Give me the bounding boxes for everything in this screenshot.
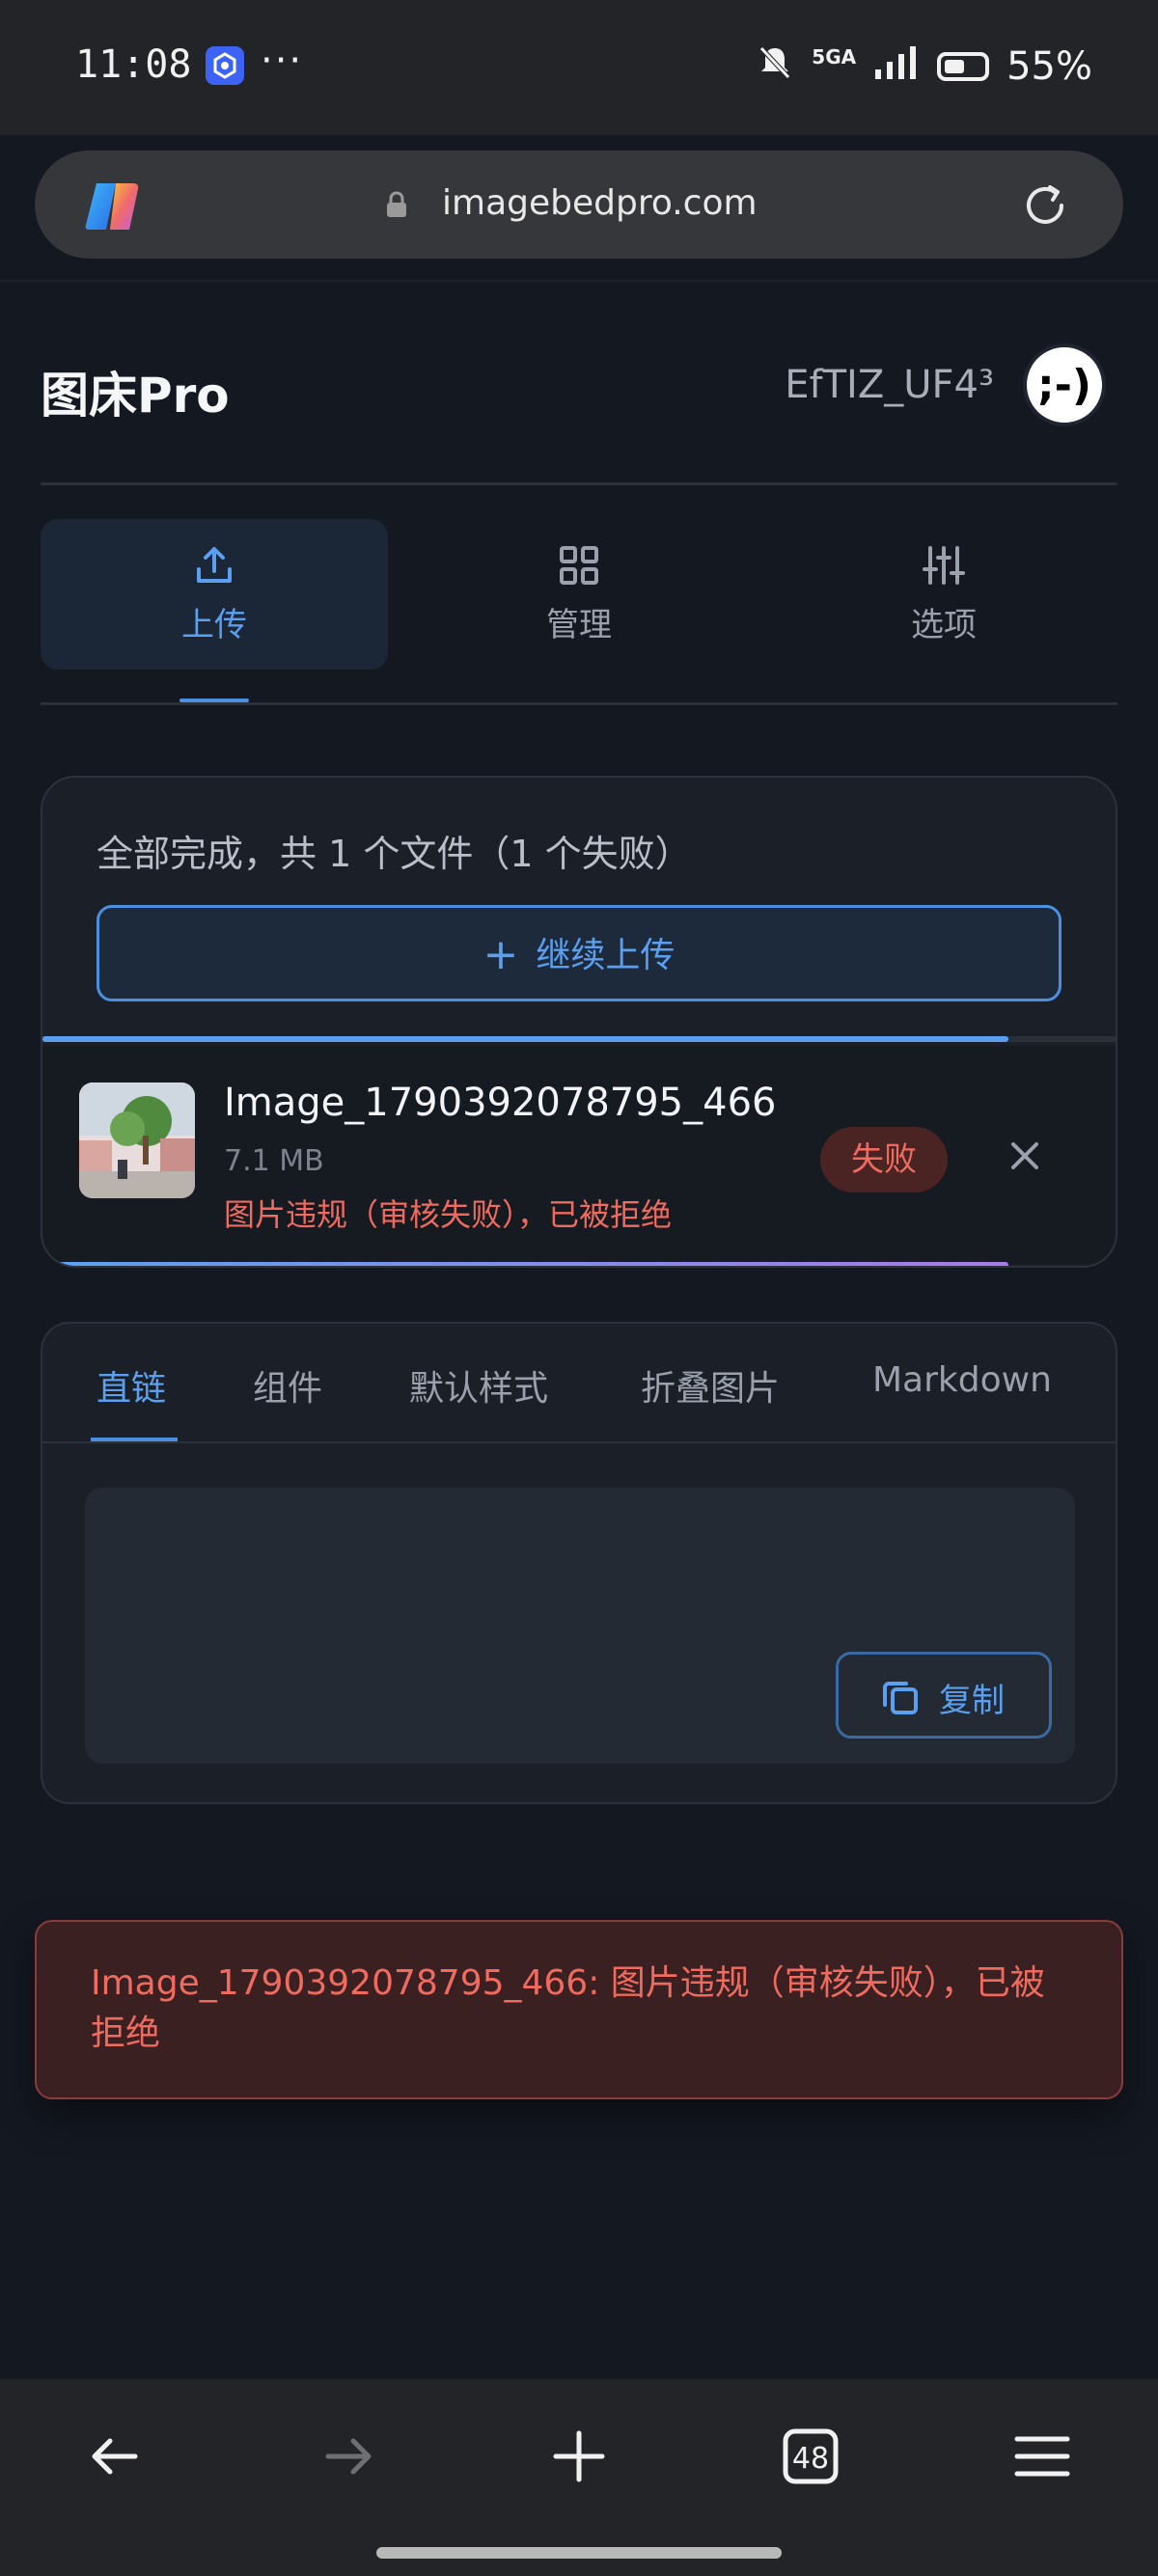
status-badge: 失败 bbox=[820, 1127, 948, 1192]
tabs-icon[interactable]: 48 bbox=[780, 2425, 841, 2487]
file-progress-fill bbox=[42, 1262, 1008, 1266]
brand-title[interactable]: 图床Pro bbox=[41, 357, 230, 426]
status-icons: 5GA 55% bbox=[756, 42, 1092, 91]
app-notification-icon bbox=[206, 46, 244, 85]
reload-icon[interactable] bbox=[1017, 178, 1073, 233]
forward-icon[interactable] bbox=[317, 2425, 378, 2487]
url-text[interactable]: imagebedpro.com bbox=[442, 183, 758, 223]
error-toast[interactable]: Image_1790392078795_466: 图片违规（审核失败），已被拒绝 bbox=[35, 1920, 1123, 2099]
tab-markdown[interactable]: Markdown bbox=[872, 1360, 1052, 1400]
username: EfTIZ_UF4³ bbox=[785, 363, 994, 407]
upload-icon bbox=[191, 542, 237, 589]
tab-default-style[interactable]: 默认样式 bbox=[409, 1360, 548, 1411]
tab-options-label: 选项 bbox=[911, 606, 977, 644]
file-item: Image_1790392078795_466 7.1 MB 图片违规（审核失败… bbox=[42, 1046, 1116, 1264]
battery-percent: 55% bbox=[1006, 44, 1092, 89]
copy-button-label: 复制 bbox=[939, 1682, 1005, 1720]
signal-icon bbox=[873, 42, 920, 91]
tab-upload[interactable]: 上传 bbox=[41, 519, 388, 670]
silent-icon bbox=[756, 42, 794, 91]
plus-icon: + bbox=[482, 930, 519, 979]
tab-manage-label: 管理 bbox=[546, 606, 612, 644]
upload-card: 全部完成，共 1 个文件（1 个失败） + 继续上传 Image_17903920… bbox=[41, 776, 1117, 1268]
file-name: Image_1790392078795_466 bbox=[224, 1081, 777, 1125]
nav-divider bbox=[41, 702, 1117, 705]
tab-component[interactable]: 组件 bbox=[253, 1360, 322, 1411]
file-thumbnail[interactable] bbox=[79, 1082, 195, 1198]
lock-icon bbox=[386, 191, 407, 218]
appbar-divider bbox=[0, 280, 1158, 282]
sliders-icon bbox=[921, 542, 967, 589]
home-indicator[interactable] bbox=[376, 2547, 782, 2559]
tab-collapsed-image[interactable]: 折叠图片 bbox=[641, 1360, 780, 1411]
battery-icon bbox=[937, 52, 990, 81]
file-size: 7.1 MB bbox=[224, 1144, 324, 1178]
tab-options[interactable]: 选项 bbox=[770, 519, 1117, 670]
more-notifications: ··· bbox=[261, 39, 304, 83]
tab-direct-link[interactable]: 直链 bbox=[96, 1360, 166, 1411]
tab-upload-label: 上传 bbox=[181, 606, 247, 644]
header-divider bbox=[41, 482, 1117, 485]
address-bar[interactable]: imagebedpro.com bbox=[35, 151, 1123, 259]
continue-upload-button[interactable]: + 继续上传 bbox=[96, 905, 1062, 1001]
network-type: 5GA bbox=[812, 45, 857, 69]
file-error-message: 图片违规（审核失败），已被拒绝 bbox=[224, 1196, 673, 1233]
status-bar: 11:08 ··· 5GA 55% bbox=[0, 0, 1158, 135]
close-icon[interactable] bbox=[1004, 1135, 1046, 1177]
toast-message: Image_1790392078795_466: 图片违规（审核失败），已被拒绝 bbox=[91, 1963, 1045, 2053]
avatar[interactable]: ;-) bbox=[1023, 343, 1106, 426]
upload-progress-fill bbox=[42, 1036, 1008, 1042]
grid-icon bbox=[556, 542, 602, 589]
upload-progress bbox=[42, 1036, 1116, 1042]
avatar-face: ;-) bbox=[1037, 361, 1091, 410]
tab-manage[interactable]: 管理 bbox=[405, 519, 753, 670]
copilot-icon[interactable] bbox=[83, 179, 147, 233]
format-tabs: 直链 组件 默认样式 折叠图片 Markdown bbox=[42, 1324, 1116, 1443]
back-icon[interactable] bbox=[85, 2425, 147, 2487]
clock: 11:08 bbox=[75, 42, 192, 87]
continue-upload-label: 继续上传 bbox=[536, 936, 676, 975]
new-tab-icon[interactable] bbox=[548, 2425, 610, 2487]
copy-icon bbox=[879, 1676, 922, 1718]
menu-icon[interactable] bbox=[1011, 2425, 1073, 2487]
upload-summary: 全部完成，共 1 个文件（1 个失败） bbox=[96, 833, 692, 875]
link-format-card: 直链 组件 默认样式 折叠图片 Markdown 复制 bbox=[41, 1322, 1117, 1804]
format-tab-indicator bbox=[91, 1438, 178, 1441]
copy-button[interactable]: 复制 bbox=[836, 1652, 1052, 1739]
tabs-count: 48 bbox=[792, 2442, 829, 2476]
